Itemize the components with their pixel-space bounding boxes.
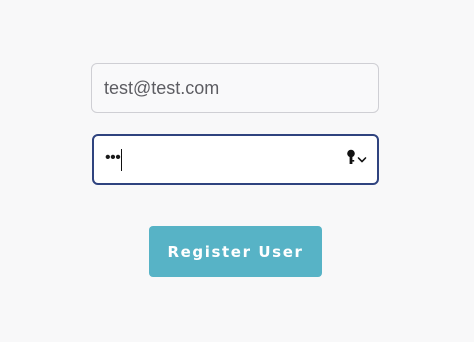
password-manager-button[interactable] <box>346 149 367 170</box>
text-cursor <box>121 148 123 171</box>
password-field[interactable]: ••• <box>92 134 379 185</box>
key-icon <box>346 149 356 170</box>
password-value: ••• <box>105 148 121 166</box>
chevron-down-icon <box>357 151 367 169</box>
email-field[interactable]: test@test.com <box>91 63 379 113</box>
register-form: test@test.com ••• Register User <box>0 0 474 342</box>
email-value: test@test.com <box>104 77 220 98</box>
register-user-button[interactable]: Register User <box>149 226 322 277</box>
